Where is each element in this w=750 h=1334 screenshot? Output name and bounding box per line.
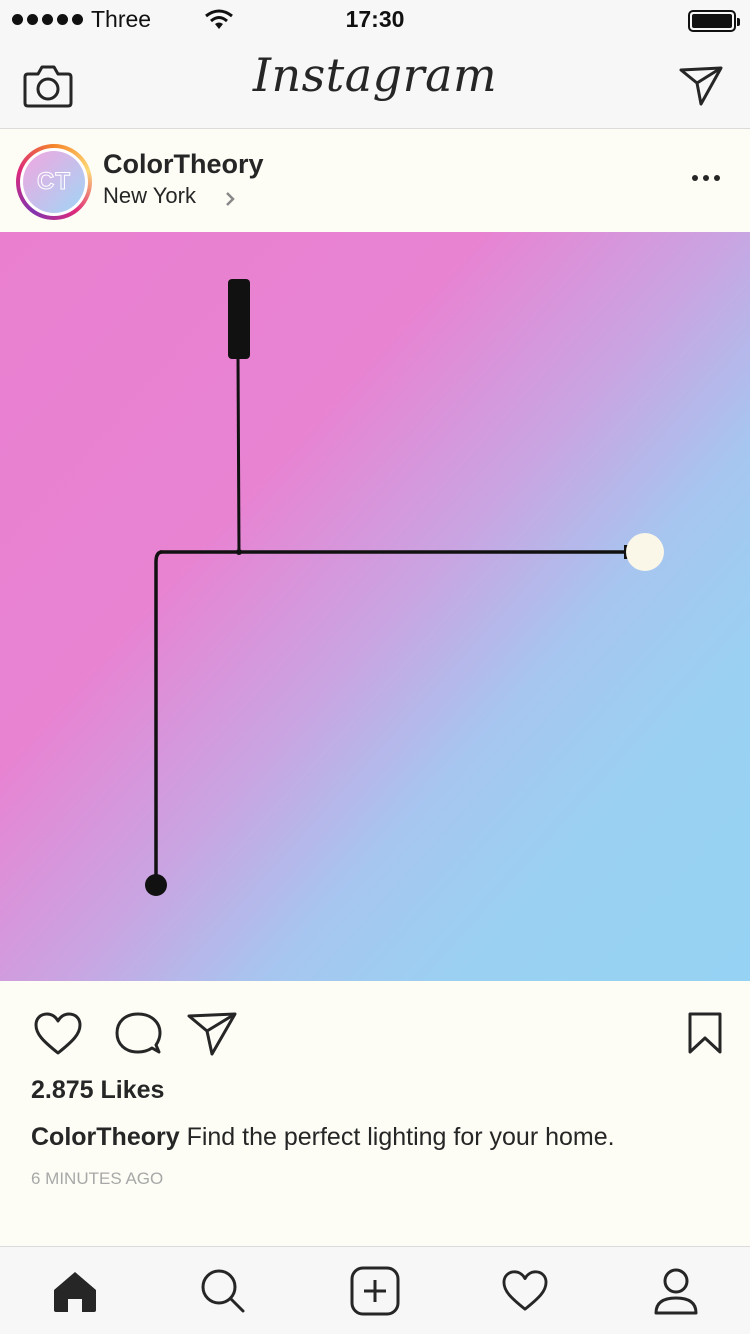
bookmark-icon[interactable]: [687, 1011, 723, 1055]
comment-icon[interactable]: [114, 1011, 162, 1057]
top-nav-bar: Instagram: [0, 40, 750, 129]
post-image[interactable]: [0, 232, 750, 981]
caption-text: Find the perfect lighting for your home.: [179, 1123, 615, 1151]
pendant-lamp-illustration: [145, 279, 664, 896]
heart-icon: [502, 1270, 548, 1311]
instagram-logo: Instagram: [252, 48, 498, 102]
avatar[interactable]: CT: [16, 144, 92, 220]
post-username[interactable]: ColorTheory: [103, 149, 264, 180]
tab-activity[interactable]: [499, 1265, 551, 1317]
profile-icon: [654, 1268, 698, 1315]
post-location[interactable]: New York: [103, 183, 196, 209]
post-actions: 2.875 Likes ColorTheory Find the perfect…: [0, 981, 750, 1246]
avatar-initials: CT: [37, 168, 71, 196]
direct-send-icon[interactable]: [678, 64, 724, 108]
heart-icon[interactable]: [33, 1011, 83, 1057]
tab-profile[interactable]: [650, 1265, 702, 1317]
battery-icon: [688, 10, 740, 32]
search-icon: [201, 1269, 245, 1313]
caption-username[interactable]: ColorTheory: [31, 1123, 180, 1151]
post-header: CT ColorTheory New York: [0, 129, 750, 232]
post-timestamp: 6 MINUTES AGO: [31, 1169, 164, 1188]
likes-count[interactable]: 2.875 Likes: [31, 1076, 164, 1105]
tab-search[interactable]: [197, 1265, 249, 1317]
post-caption: ColorTheory Find the perfect lighting fo…: [31, 1123, 615, 1152]
more-options-icon[interactable]: [692, 175, 720, 181]
tab-add-post[interactable]: [349, 1265, 401, 1317]
status-time: 17:30: [345, 6, 405, 32]
home-icon: [54, 1272, 96, 1312]
add-icon: [350, 1266, 400, 1316]
status-bar: Three 17:30: [0, 0, 750, 40]
tab-home[interactable]: [49, 1265, 101, 1317]
chevron-right-icon: [226, 192, 235, 206]
send-icon[interactable]: [186, 1011, 238, 1057]
bottom-tab-bar: [0, 1246, 750, 1334]
